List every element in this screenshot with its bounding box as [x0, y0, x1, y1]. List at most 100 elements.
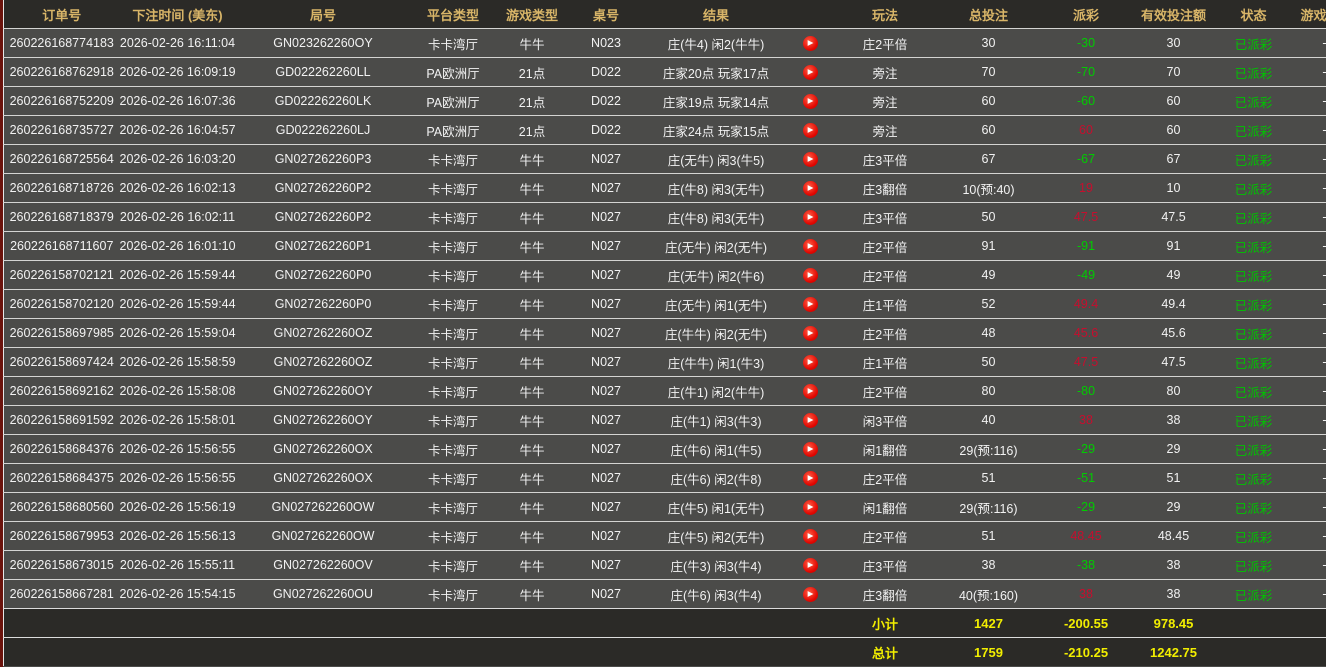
table-no-cell: N027 — [569, 493, 644, 522]
payout-cell: -70 — [1039, 58, 1134, 87]
valid-bet-cell: 30 — [1134, 29, 1214, 58]
result-cell: 庄(牛1) 闲2(牛牛) — [644, 377, 789, 406]
bet-time-cell: 2026-02-26 15:56:55 — [120, 435, 236, 464]
grand-total-row: 总计 1759 -210.25 1242.75 — [4, 638, 1326, 667]
table-no-cell: N027 — [569, 174, 644, 203]
payout-cell: -29 — [1039, 435, 1134, 464]
game-type-cell: 牛牛 — [496, 145, 569, 174]
result-cell: 庄家19点 玩家14点 — [644, 87, 789, 116]
table-row: 2602261586979852026-02-26 15:59:04GN0272… — [4, 319, 1326, 348]
result-cell: 庄(牛4) 闲2(牛牛) — [644, 29, 789, 58]
play-type-cell: 闲1翻倍 — [832, 493, 939, 522]
replay-button[interactable]: ▶ — [803, 65, 818, 80]
round-id-cell: GD022262260LJ — [236, 116, 411, 145]
result-cell: 庄(无牛) 闲2(牛6) — [644, 261, 789, 290]
platform-cell: 卡卡湾厅 — [411, 203, 496, 232]
table-row: 2602261586799532026-02-26 15:56:13GN0272… — [4, 522, 1326, 551]
replay-button[interactable]: ▶ — [803, 181, 818, 196]
replay-button[interactable]: ▶ — [803, 239, 818, 254]
replay-button[interactable]: ▶ — [803, 529, 818, 544]
replay-cell: ▶ — [789, 464, 832, 493]
bet-time-cell: 2026-02-26 16:09:19 — [120, 58, 236, 87]
replay-button[interactable]: ▶ — [803, 558, 818, 573]
result-cell: 庄(牛5) 闲1(无牛) — [644, 493, 789, 522]
payout-cell: 19 — [1039, 174, 1134, 203]
bet-time-cell: 2026-02-26 15:59:44 — [120, 290, 236, 319]
replay-cell: ▶ — [789, 203, 832, 232]
col-platform-type: 平台类型 — [411, 0, 496, 29]
order-cell: 260226158679953 — [4, 522, 120, 551]
replay-button[interactable]: ▶ — [803, 152, 818, 167]
col-table-no: 桌号 — [569, 0, 644, 29]
replay-button[interactable]: ▶ — [803, 94, 818, 109]
result-cell: 庄家24点 玩家15点 — [644, 116, 789, 145]
valid-bet-cell: 80 — [1134, 377, 1214, 406]
table-no-cell: D022 — [569, 87, 644, 116]
bet-time-cell: 2026-02-26 15:56:13 — [120, 522, 236, 551]
bet-time-cell: 2026-02-26 15:55:11 — [120, 551, 236, 580]
table-body: 2602261687741832026-02-26 16:11:04GN0232… — [4, 29, 1326, 609]
valid-bet-cell: 29 — [1134, 435, 1214, 464]
valid-bet-cell: 38 — [1134, 551, 1214, 580]
game-type-cell: 牛牛 — [496, 522, 569, 551]
platform-cell: 卡卡湾厅 — [411, 406, 496, 435]
replay-button[interactable]: ▶ — [803, 210, 818, 225]
replay-button[interactable]: ▶ — [803, 268, 818, 283]
game-cell-truncated: - — [1294, 522, 1326, 551]
replay-button[interactable]: ▶ — [803, 297, 818, 312]
table-no-cell: N027 — [569, 232, 644, 261]
replay-button[interactable]: ▶ — [803, 471, 818, 486]
replay-button[interactable]: ▶ — [803, 326, 818, 341]
replay-cell: ▶ — [789, 174, 832, 203]
order-cell: 260226168718726 — [4, 174, 120, 203]
valid-bet-cell: 49 — [1134, 261, 1214, 290]
header-row: 订单号 下注时间 (美东) 局号 平台类型 游戏类型 桌号 结果 玩法 总投注 … — [4, 0, 1326, 29]
replay-button[interactable]: ▶ — [803, 355, 818, 370]
col-payout: 派彩 — [1039, 0, 1134, 29]
bet-time-cell: 2026-02-26 16:02:13 — [120, 174, 236, 203]
replay-button[interactable]: ▶ — [803, 442, 818, 457]
platform-cell: 卡卡湾厅 — [411, 522, 496, 551]
col-game-type: 游戏类型 — [496, 0, 569, 29]
platform-cell: 卡卡湾厅 — [411, 319, 496, 348]
game-cell-truncated: - — [1294, 406, 1326, 435]
game-type-cell: 21点 — [496, 116, 569, 145]
total-bet-cell: 60 — [939, 87, 1039, 116]
order-cell: 260226158702121 — [4, 261, 120, 290]
status-cell: 已派彩 — [1214, 406, 1294, 435]
round-id-cell: GN027262260OV — [236, 551, 411, 580]
status-cell: 已派彩 — [1214, 348, 1294, 377]
round-id-cell: GN027262260OW — [236, 493, 411, 522]
platform-cell: 卡卡湾厅 — [411, 464, 496, 493]
total-bet-cell: 51 — [939, 522, 1039, 551]
game-cell-truncated: - — [1294, 261, 1326, 290]
status-cell: 已派彩 — [1214, 522, 1294, 551]
replay-button[interactable]: ▶ — [803, 384, 818, 399]
table-row: 2602261586974242026-02-26 15:58:59GN0272… — [4, 348, 1326, 377]
replay-button[interactable]: ▶ — [803, 36, 818, 51]
payout-cell: 49.4 — [1039, 290, 1134, 319]
order-cell: 260226158697985 — [4, 319, 120, 348]
result-cell: 庄(无牛) 闲3(牛5) — [644, 145, 789, 174]
platform-cell: PA欧洲厅 — [411, 58, 496, 87]
play-type-cell: 庄2平倍 — [832, 522, 939, 551]
bet-time-cell: 2026-02-26 15:58:08 — [120, 377, 236, 406]
play-type-cell: 庄3平倍 — [832, 145, 939, 174]
platform-cell: 卡卡湾厅 — [411, 435, 496, 464]
order-cell: 260226168752209 — [4, 87, 120, 116]
result-cell: 庄(牛牛) 闲1(牛3) — [644, 348, 789, 377]
payout-cell: -51 — [1039, 464, 1134, 493]
game-type-cell: 牛牛 — [496, 29, 569, 58]
game-type-cell: 牛牛 — [496, 377, 569, 406]
col-total-bet: 总投注 — [939, 0, 1039, 29]
payout-cell: 47.5 — [1039, 203, 1134, 232]
table-row: 2602261586843762026-02-26 15:56:55GN0272… — [4, 435, 1326, 464]
replay-button[interactable]: ▶ — [803, 413, 818, 428]
table-no-cell: N027 — [569, 580, 644, 609]
valid-bet-cell: 38 — [1134, 580, 1214, 609]
replay-button[interactable]: ▶ — [803, 123, 818, 138]
replay-button[interactable]: ▶ — [803, 500, 818, 515]
game-cell-truncated: - — [1294, 551, 1326, 580]
replay-button[interactable]: ▶ — [803, 587, 818, 602]
payout-cell: 38 — [1039, 406, 1134, 435]
